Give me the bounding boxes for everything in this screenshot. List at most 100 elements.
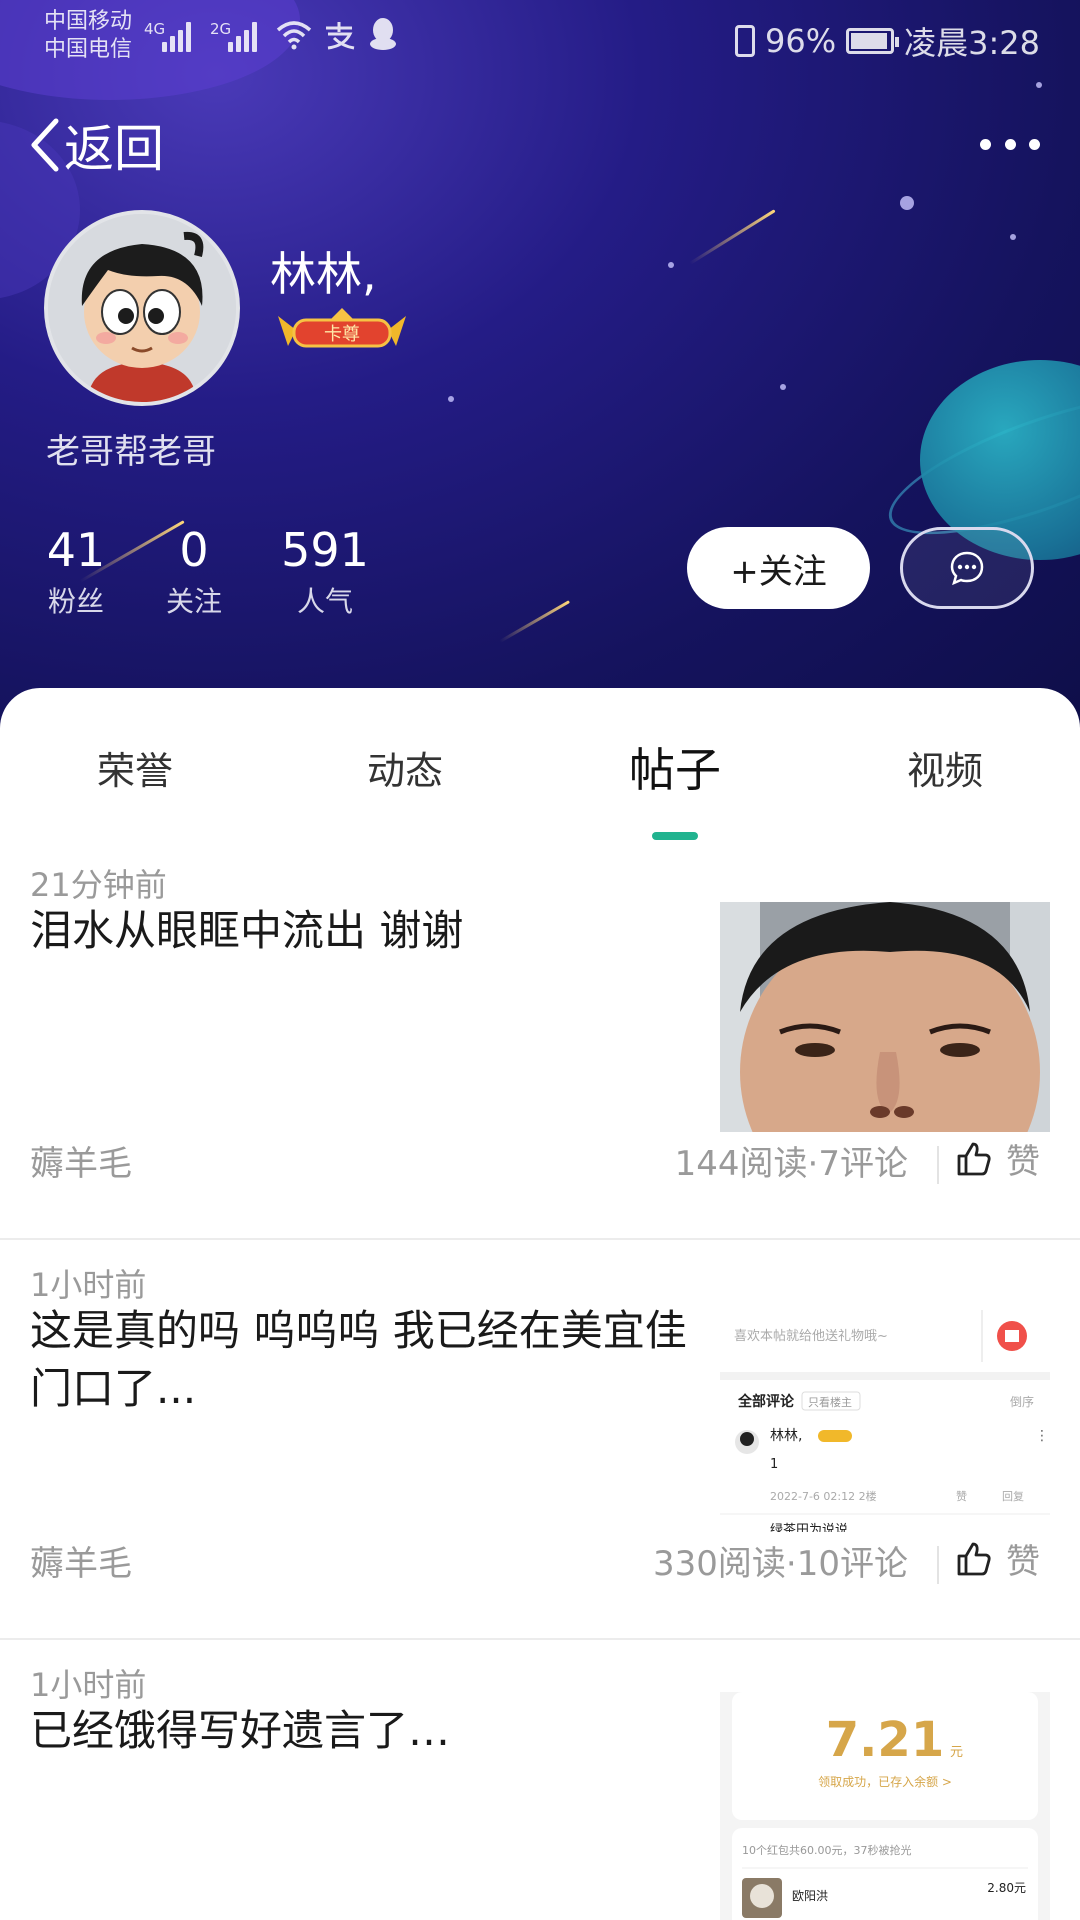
post-stats: 330阅读·10评论 xyxy=(653,1544,908,1584)
divider xyxy=(937,1146,939,1184)
tab-posts[interactable]: 帖子 xyxy=(575,734,775,800)
thumb-winner-amount: 2.80元 xyxy=(987,1881,1026,1895)
post-thumbnail xyxy=(720,902,1050,1132)
thumb-winner: 欧阳洪 xyxy=(792,1889,828,1903)
post-stats: 144阅读·7评论 xyxy=(674,1144,908,1184)
decor-star xyxy=(448,396,454,402)
status-time: 凌晨3:28 xyxy=(904,24,1040,62)
post-footer: 薅羊毛 144阅读·7评论 赞 xyxy=(0,1136,1080,1196)
stat-value: 0 xyxy=(179,523,209,577)
carrier-labels: 中国移动 中国电信 xyxy=(44,8,132,64)
more-dots-icon[interactable] xyxy=(980,128,1040,160)
divider xyxy=(937,1546,939,1584)
thumb-next-commenter: 绿茶田为说说 xyxy=(770,1522,848,1532)
decor-star xyxy=(780,384,786,390)
post-title: 泪水从眼眶中流出 谢谢 xyxy=(30,906,464,955)
nickname: 林林, xyxy=(270,247,377,301)
like-button[interactable]: 赞 xyxy=(956,1534,1040,1583)
post-thumbnail: 喜欢本帖就给他送礼物哦~ 全部评论 只看楼主 倒序 林林, ⋮ 1 2022-7… xyxy=(720,1302,1050,1532)
tab-honor[interactable]: 荣誉 xyxy=(35,740,235,795)
avatar[interactable] xyxy=(44,210,240,406)
comment-screenshot-icon: 喜欢本帖就给他送礼物哦~ 全部评论 只看楼主 倒序 林林, ⋮ 1 2022-7… xyxy=(720,1302,1050,1532)
content-sheet: 荣誉 动态 帖子 视频 21分钟前 泪水从眼眶中流出 谢谢 薅羊毛 144阅读·… xyxy=(0,688,1080,1920)
tab-active-indicator xyxy=(652,832,698,840)
post-item[interactable]: 21分钟前 泪水从眼眶中流出 谢谢 薅羊毛 144阅读·7评论 赞 xyxy=(0,858,1080,1184)
thumb-reply: 回复 xyxy=(1002,1489,1024,1503)
decor-star xyxy=(1010,234,1016,240)
qq-icon xyxy=(370,18,396,50)
like-label: 赞 xyxy=(1006,1542,1040,1582)
thumbs-up-icon xyxy=(957,1142,991,1175)
selfie-photo-icon xyxy=(720,902,1050,1132)
divider xyxy=(0,1238,1080,1240)
carrier-1: 中国移动 xyxy=(44,9,133,34)
tab-bar: 荣誉 动态 帖子 视频 xyxy=(0,740,1080,820)
post-time: 21分钟前 xyxy=(30,866,167,904)
wifi-icon xyxy=(276,21,312,50)
tab-activity[interactable]: 动态 xyxy=(305,740,505,795)
thumb-gift-text: 喜欢本帖就给他送礼物哦~ xyxy=(734,1328,888,1344)
battery-icon xyxy=(846,28,900,54)
like-button[interactable]: 赞 xyxy=(956,1134,1040,1183)
stat-fans[interactable]: 41 粉丝 xyxy=(44,522,108,620)
like-label: 赞 xyxy=(1006,1142,1040,1182)
thumb-like: 赞 xyxy=(956,1490,967,1503)
thumb-unit: 元 xyxy=(950,1745,963,1760)
decor-star xyxy=(1036,82,1042,88)
stat-value: 41 xyxy=(46,523,106,577)
post-time: 1小时前 xyxy=(30,1266,147,1304)
red-packet-screenshot-icon: 7.21 元 领取成功，已存入余额 > 10个红包共60.00元，37秒被抢光 … xyxy=(720,1692,1050,1920)
thumb-comment-date: 2022-7-6 02:12 2楼 xyxy=(770,1489,877,1503)
vip-badge[interactable]: 卡尊 xyxy=(274,306,410,350)
thumb-comment-text: 1 xyxy=(770,1457,778,1472)
thumb-sort: 倒序 xyxy=(1010,1394,1034,1409)
post-item[interactable]: 1小时前 这是真的吗 呜呜呜 我已经在美宜佳门口了... 喜欢本帖就给他送礼物哦… xyxy=(0,1258,1080,1584)
decor-star xyxy=(668,262,674,268)
tab-videos[interactable]: 视频 xyxy=(845,740,1045,795)
post-category[interactable]: 薅羊毛 xyxy=(30,1536,132,1585)
status-bar: 中国移动 中国电信 4G 2G 96% 凌晨3:28 xyxy=(0,0,1080,74)
post-item[interactable]: 1小时前 已经饿得写好遗言了… 7.21 元 领取成功，已存入余额 > 10个红… xyxy=(0,1658,1080,1920)
thumb-amount: 7.21 xyxy=(826,1712,944,1768)
thumb-only-op: 只看楼主 xyxy=(808,1395,852,1409)
signal-icon xyxy=(228,18,264,52)
thumbs-up-icon xyxy=(957,1542,991,1575)
stat-popularity: 591 人气 xyxy=(281,522,369,620)
stat-label: 人气 xyxy=(296,585,353,618)
chat-bubble-icon xyxy=(950,551,984,586)
cartoon-boy-avatar-icon xyxy=(48,214,236,402)
message-button[interactable] xyxy=(900,527,1034,609)
thumb-claim-text: 领取成功，已存入余额 > xyxy=(818,1774,952,1789)
post-title: 已经饿得写好遗言了… xyxy=(30,1706,451,1755)
divider xyxy=(0,1638,1080,1640)
vibrate-icon xyxy=(735,25,755,57)
post-title: 这是真的吗 呜呜呜 我已经在美宜佳门口了... xyxy=(30,1306,687,1413)
thumb-all-comments: 全部评论 xyxy=(737,1393,795,1410)
follow-button[interactable]: +关注 xyxy=(687,527,870,609)
stat-following[interactable]: 0 关注 xyxy=(162,522,226,620)
post-category[interactable]: 薅羊毛 xyxy=(30,1136,132,1185)
svg-text:⋮: ⋮ xyxy=(1035,1428,1049,1444)
back-label: 返回 xyxy=(64,120,164,178)
post-footer: 薅羊毛 330阅读·10评论 赞 xyxy=(0,1536,1080,1596)
stat-value: 591 xyxy=(281,523,369,577)
chevron-left-icon xyxy=(31,118,59,172)
thumb-commenter: 林林, xyxy=(770,1428,802,1444)
group-name: 老哥帮老哥 xyxy=(46,432,216,472)
back-button[interactable]: 返回 xyxy=(28,112,164,178)
decor-comet xyxy=(689,209,776,265)
stat-label: 粉丝 xyxy=(47,585,104,618)
badge-text: 卡尊 xyxy=(324,324,360,345)
decor-star xyxy=(900,196,914,210)
profile-header: 中国移动 中国电信 4G 2G 96% 凌晨3:28 返回 林林, 卡尊 老哥帮… xyxy=(0,0,1080,740)
post-time: 1小时前 xyxy=(30,1666,147,1704)
battery-percent: 96% xyxy=(765,22,837,60)
carrier-2: 中国电信 xyxy=(44,37,133,62)
crown-badge-icon: 卡尊 xyxy=(278,308,406,348)
alipay-icon xyxy=(326,22,355,50)
stat-label: 关注 xyxy=(165,585,222,618)
post-thumbnail: 7.21 元 领取成功，已存入余额 > 10个红包共60.00元，37秒被抢光 … xyxy=(720,1692,1050,1920)
signal-icon xyxy=(162,18,198,52)
thumb-summary: 10个红包共60.00元，37秒被抢光 xyxy=(742,1843,911,1857)
status-right: 96% 凌晨3:28 xyxy=(735,18,1040,64)
